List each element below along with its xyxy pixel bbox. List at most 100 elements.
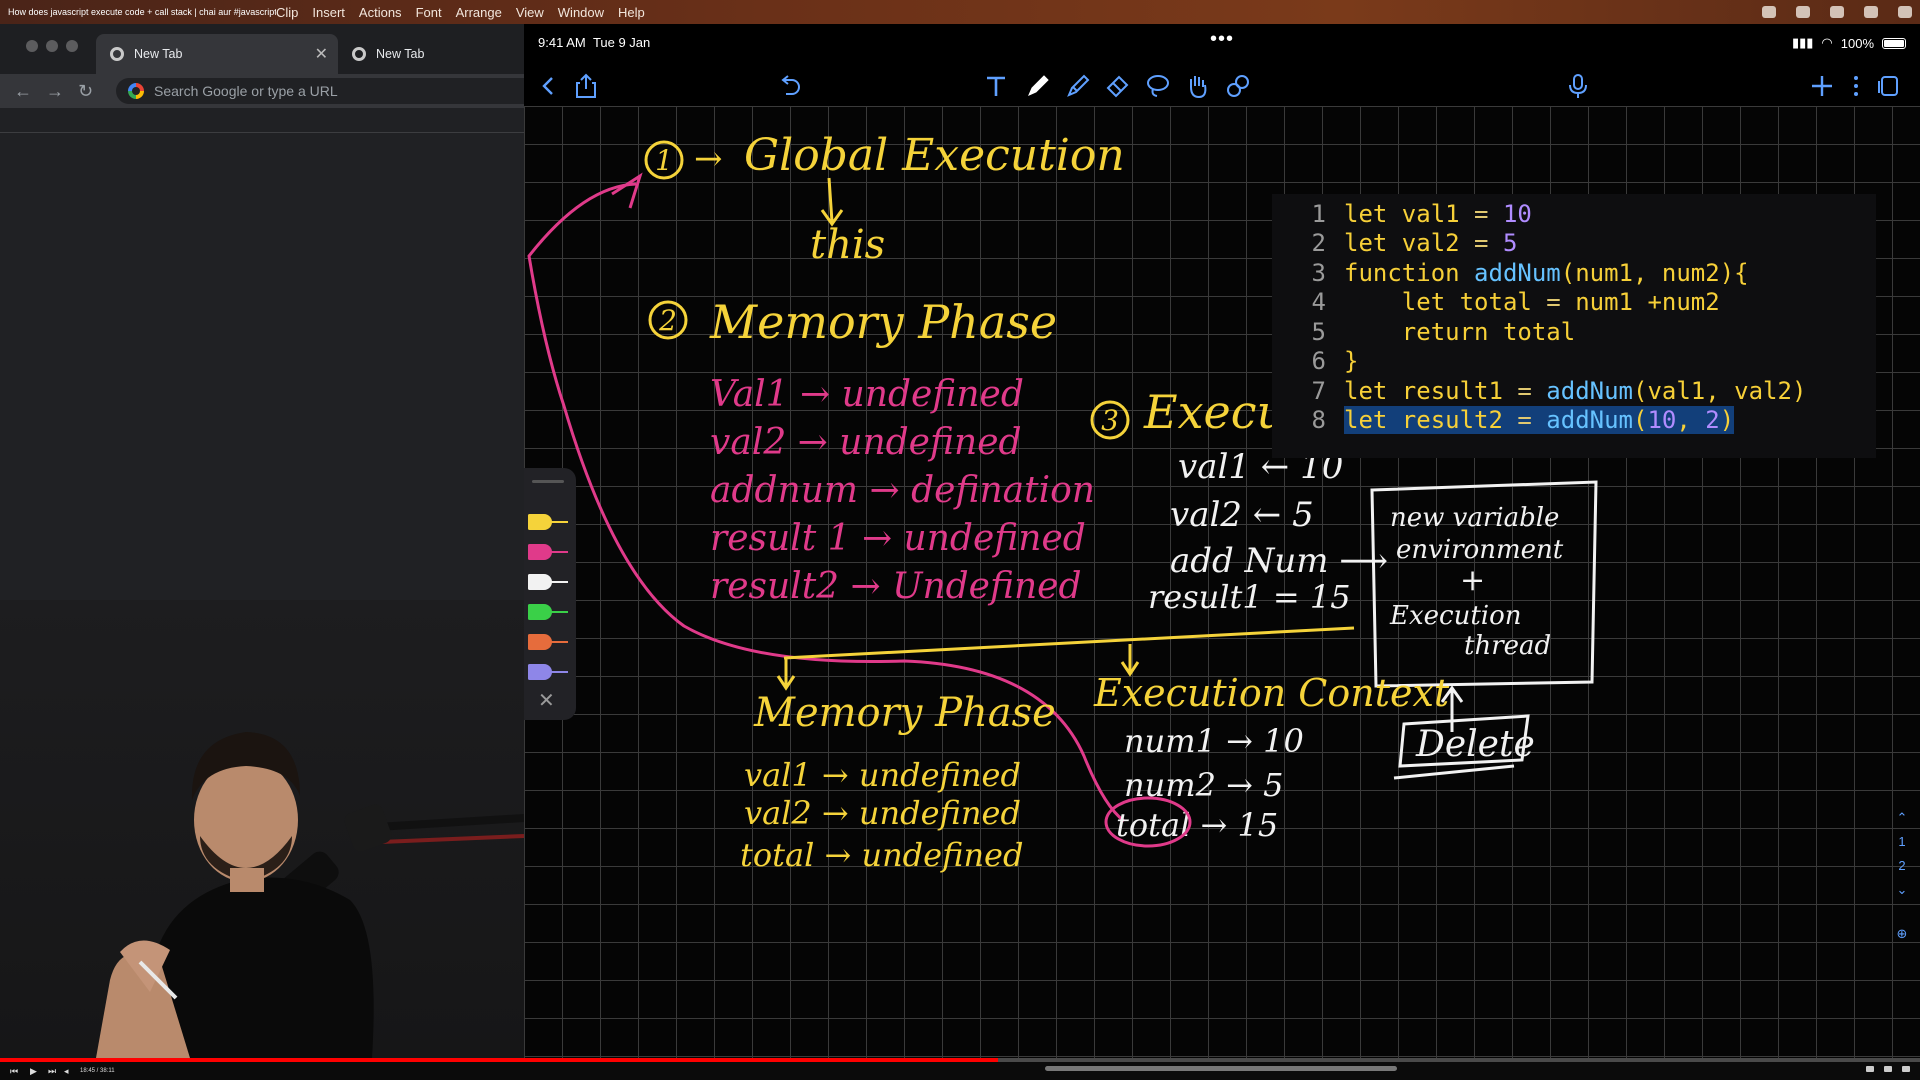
ipad-status-bar: 9:41 AM Tue 9 Jan ••• ▮▮▮ ◠ 100% [524,24,1920,60]
battery-percent: 100% [1840,35,1874,51]
add-icon[interactable] [1806,70,1838,102]
code-text: let result2 = addNum(10, 2) [1344,406,1735,434]
line-number: 6 [1311,347,1326,375]
app-toolbar [524,60,1920,112]
line-number: 5 [1311,317,1326,346]
step-3-number: 3 [1101,404,1119,437]
code-text: let val2 = 5 [1344,229,1518,257]
menu-item-help[interactable]: Help [618,5,645,20]
orange-pen-icon[interactable] [528,632,570,652]
step-2-number: 2 [658,304,677,337]
video-title: How does javascript execute code + call … [8,7,276,17]
memory-item: val2 → undefined [710,422,1022,463]
settings-icon[interactable] [1884,1066,1892,1072]
presenter-illustration [96,732,524,1058]
memory-item: Val1 → undefined [710,374,1024,415]
white-pen-icon[interactable] [528,572,570,592]
progress-track[interactable] [0,1058,1920,1062]
forward-arrow-icon[interactable]: → [46,81,78,102]
pen-tool-icon[interactable] [1022,70,1054,102]
pages-icon[interactable] [1872,70,1904,102]
menu-item-window[interactable]: Window [558,5,604,20]
box-line: + [1460,563,1485,598]
zoom-icon[interactable]: ⊕ [1892,922,1912,946]
menu-item-insert[interactable]: Insert [312,5,345,20]
code-block[interactable]: 1 let val1 = 10 2 let val2 = 5 3 function add… [1272,194,1876,458]
tab-strip: New Tab ✕ New Tab [0,24,524,74]
code-text: } [1344,347,1359,375]
global-arrow: → [694,139,723,179]
tab-new-tab-1[interactable]: New Tab ✕ [96,34,338,74]
lasso-icon[interactable] [1142,70,1174,102]
box-line: new variable [1390,503,1559,533]
browser-toolbar: ← → ↻ Search Google or type a URL [0,74,524,108]
memory-phase-title: Memory Phase [709,295,1057,349]
yellow-pen-icon[interactable] [528,512,570,532]
code-text: let result1 = addNum(val1, val2) [1344,376,1807,405]
page-number[interactable]: 2 [1892,854,1912,878]
code-text: return total [1344,317,1576,346]
microphone-icon[interactable] [1562,70,1594,102]
wifi-icon[interactable] [1830,6,1844,18]
reload-icon[interactable]: ↻ [78,81,110,102]
memory-phase-2-title: Memory Phase [753,690,1056,736]
signal-icon: ▮▮▮ [1791,35,1814,50]
shapes-icon[interactable] [1222,70,1254,102]
multitasking-dots-icon[interactable]: ••• [1210,28,1234,51]
green-pen-icon[interactable] [528,602,570,622]
back-arrow-icon[interactable]: ← [14,81,46,102]
text-tool-icon[interactable] [980,70,1012,102]
address-bar[interactable]: Search Google or type a URL [116,78,524,104]
user-icon[interactable] [1762,6,1776,18]
chevron-down-icon[interactable]: ⌄ [1892,878,1912,902]
previous-icon[interactable]: ⏮ [10,1066,18,1077]
palette-handle[interactable] [532,480,564,483]
minimize-window-icon[interactable] [46,40,58,52]
purple-pen-icon[interactable] [528,662,570,682]
page-number[interactable]: 1 [1892,830,1912,854]
zoom-window-icon[interactable] [66,40,78,52]
control-center-icon[interactable] [1864,6,1878,18]
more-icon[interactable] [1840,70,1872,102]
box-line: thread [1464,631,1551,661]
close-window-icon[interactable] [26,40,38,52]
ctx-item: total → 15 [1116,806,1278,844]
chevron-up-icon[interactable]: ⌃ [1892,806,1912,830]
close-tab-icon[interactable]: ✕ [315,44,328,64]
menu-item-font[interactable]: Font [416,5,442,20]
address-placeholder: Search Google or type a URL [154,83,338,99]
menu-item-arrange[interactable]: Arrange [456,5,502,20]
step-1-number: 1 [655,144,673,177]
whiteboard-canvas[interactable]: 1 → Global Execution this 2 Memory Phase… [524,106,1920,1058]
fullscreen-icon[interactable] [1902,1066,1910,1072]
home-indicator[interactable] [1045,1066,1397,1071]
menu-item-view[interactable]: View [516,5,544,20]
screen-record-icon[interactable] [1796,6,1810,18]
code-line[interactable]: 8 let result2 = addNum(10, 2) [1272,403,1876,438]
share-icon[interactable] [570,70,602,102]
close-palette-icon[interactable]: ✕ [538,688,555,713]
play-icon[interactable]: ▶ [30,1066,37,1077]
memory-item: addnum → defination [710,470,1095,511]
hand-icon[interactable] [1182,70,1214,102]
menu-item-clip[interactable]: Clip [276,5,298,20]
pink-pen-icon[interactable] [528,542,570,562]
siri-icon[interactable] [1898,6,1912,18]
page-indicator: ⌃ 1 2 ⌄ ⊕ [1892,806,1912,946]
code-text: let val1 = 10 [1344,199,1532,228]
tab-new-tab-2[interactable]: New Tab [340,34,524,74]
menubar-status-icons [1762,0,1912,24]
captions-icon[interactable] [1866,1066,1874,1072]
highlighter-icon[interactable] [1062,70,1094,102]
line-number: 3 [1311,258,1326,287]
time-text: 9:41 AM [538,35,586,50]
volume-icon[interactable]: ◂ [64,1066,69,1077]
this-label: this [810,222,885,268]
next-icon[interactable]: ⏭ [48,1066,56,1077]
back-icon[interactable] [532,70,564,102]
undo-icon[interactable] [774,70,806,102]
eraser-icon[interactable] [1102,70,1134,102]
webcam-overlay [0,600,524,1058]
date-text: Tue 9 Jan [592,35,651,50]
menu-item-actions[interactable]: Actions [359,5,402,20]
